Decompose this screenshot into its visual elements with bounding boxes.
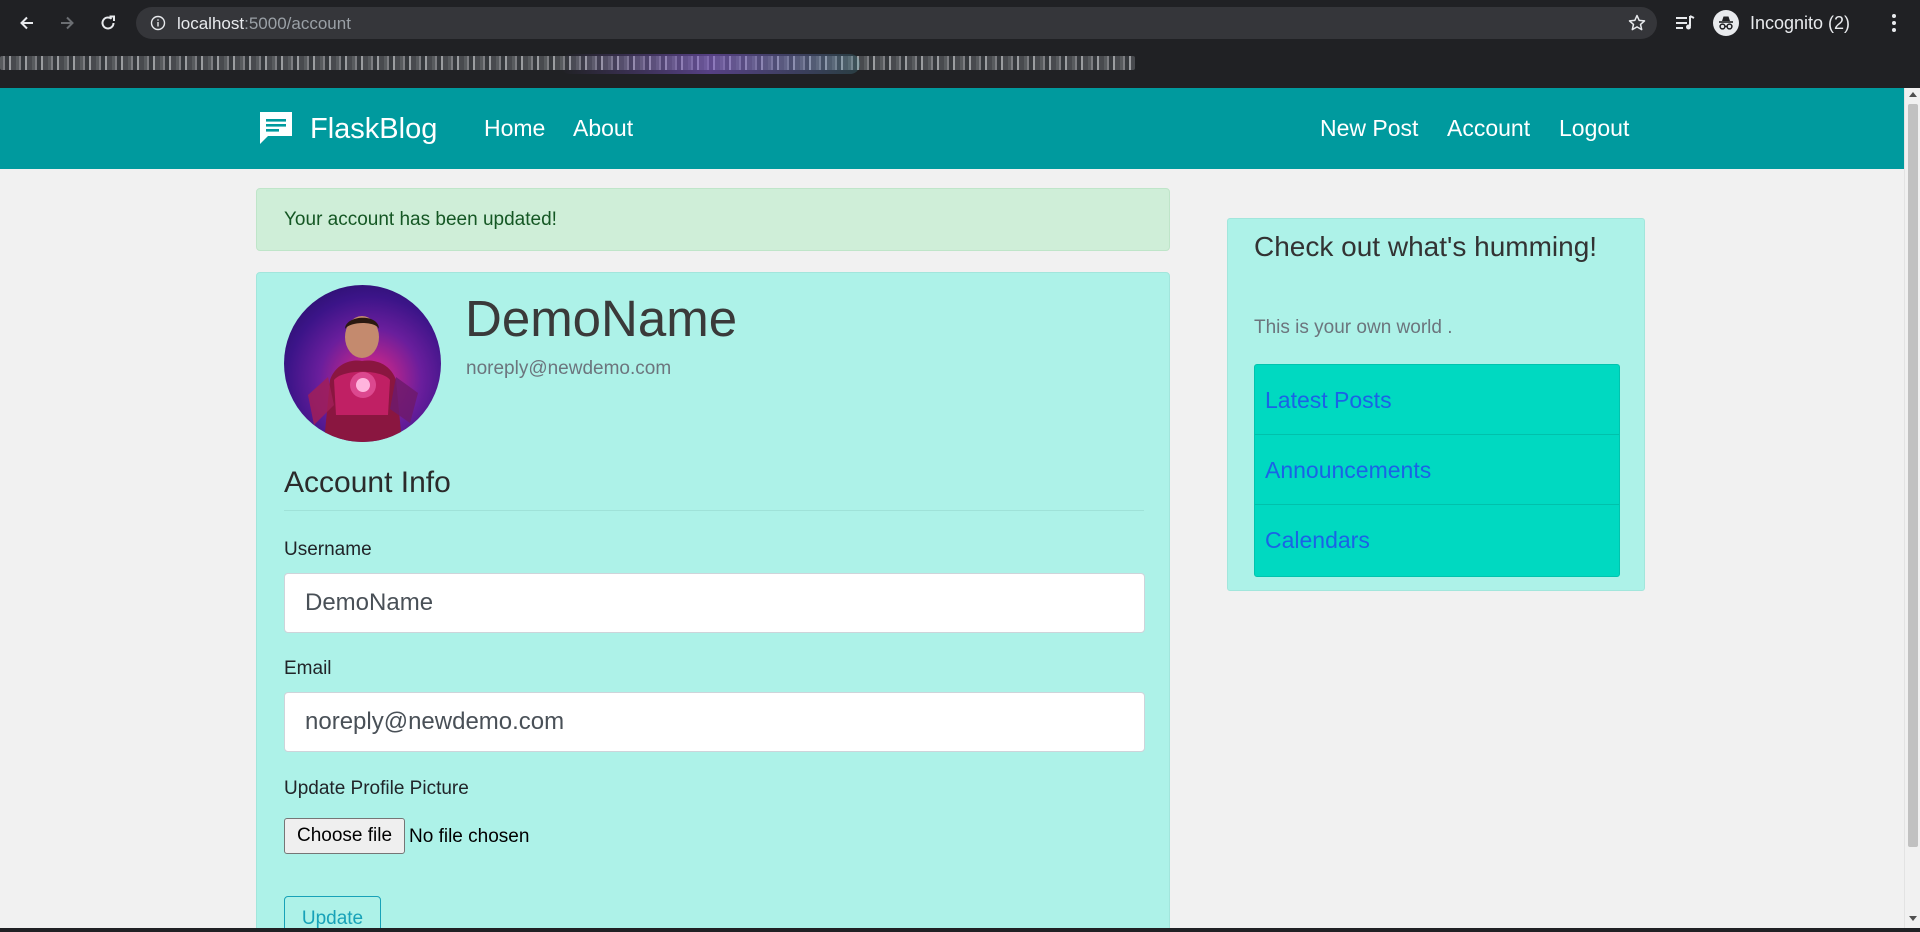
scroll-down-icon[interactable] — [1909, 916, 1917, 921]
sidebar-item-label: Calendars — [1265, 527, 1370, 553]
choose-file-button[interactable]: Choose file — [284, 818, 405, 854]
account-card: DemoName noreply@newdemo.com Account Inf… — [256, 272, 1170, 928]
browser-chrome: localhost:5000/account Incognito (2) — [0, 0, 1920, 88]
bookmark-star-icon[interactable] — [1627, 13, 1647, 33]
address-bar[interactable]: localhost:5000/account — [136, 7, 1657, 39]
back-icon[interactable] — [13, 9, 41, 37]
username-field[interactable]: DemoName — [284, 573, 1145, 633]
scrollbar-thumb[interactable] — [1908, 104, 1918, 847]
profile-email: noreply@newdemo.com — [466, 358, 672, 379]
bookmarks-bar — [0, 52, 1135, 78]
sidebar-item-calendars[interactable]: Calendars — [1255, 505, 1619, 575]
nav-logout[interactable]: Logout — [1559, 115, 1629, 142]
nav-about[interactable]: About — [573, 115, 633, 142]
incognito-icon — [1713, 10, 1739, 36]
url-text[interactable]: localhost:5000/account — [177, 14, 351, 34]
window-bottom-edge — [0, 928, 1920, 932]
site-navbar: FlaskBlog Home About New Post Account Lo… — [0, 88, 1904, 169]
email-field[interactable]: noreply@newdemo.com — [284, 692, 1145, 752]
nav-home[interactable]: Home — [484, 115, 545, 142]
page-viewport: FlaskBlog Home About New Post Account Lo… — [0, 88, 1904, 928]
nav-new-post[interactable]: New Post — [1320, 115, 1418, 142]
email-value: noreply@newdemo.com — [305, 708, 565, 735]
sidebar-item-label: Announcements — [1265, 457, 1432, 483]
url-path: :5000/account — [244, 14, 351, 33]
profile-label: Incognito (2) — [1750, 13, 1851, 33]
picture-label: Update Profile Picture — [284, 778, 469, 799]
chat-bubble-icon — [260, 112, 292, 144]
bookmarks-blurred-accent — [560, 54, 860, 74]
username-value: DemoName — [305, 589, 434, 616]
update-button[interactable]: Update — [284, 896, 381, 928]
menu-kebab-icon[interactable] — [1882, 11, 1906, 35]
reload-icon[interactable] — [94, 9, 122, 37]
sidebar-list: Latest Posts Announcements Calendars — [1254, 364, 1620, 577]
brand-label: FlaskBlog — [310, 113, 438, 145]
alert-message: Your account has been updated! — [284, 209, 557, 230]
form-legend: Account Info — [284, 466, 451, 499]
nav-account[interactable]: Account — [1447, 115, 1530, 142]
media-controls-icon[interactable] — [1673, 11, 1697, 35]
legend-divider — [284, 510, 1144, 511]
file-status: No file chosen — [409, 826, 530, 847]
site-info-icon[interactable] — [150, 15, 166, 31]
sidebar-title: Check out what's humming! — [1254, 231, 1598, 262]
sidebar-item-latest-posts[interactable]: Latest Posts — [1255, 365, 1619, 435]
profile-name: DemoName — [465, 290, 738, 347]
success-alert: Your account has been updated! — [256, 188, 1170, 251]
browser-toolbar: localhost:5000/account Incognito (2) — [0, 0, 1920, 46]
avatar — [284, 285, 441, 442]
sidebar-subtitle: This is your own world . — [1254, 317, 1453, 338]
url-host: localhost — [177, 14, 245, 33]
page-scrollbar[interactable] — [1904, 88, 1920, 928]
avatar-image — [308, 316, 418, 442]
scroll-up-icon[interactable] — [1909, 92, 1917, 97]
brand[interactable]: FlaskBlog — [256, 108, 437, 148]
forward-icon[interactable] — [53, 9, 81, 37]
profile-button[interactable]: Incognito (2) — [1711, 7, 1868, 39]
sidebar-card: Check out what's humming! This is your o… — [1227, 218, 1645, 591]
sidebar-item-label: Latest Posts — [1265, 387, 1392, 413]
sidebar-item-announcements[interactable]: Announcements — [1255, 435, 1619, 505]
email-label: Email — [284, 658, 332, 679]
username-label: Username — [284, 539, 372, 560]
